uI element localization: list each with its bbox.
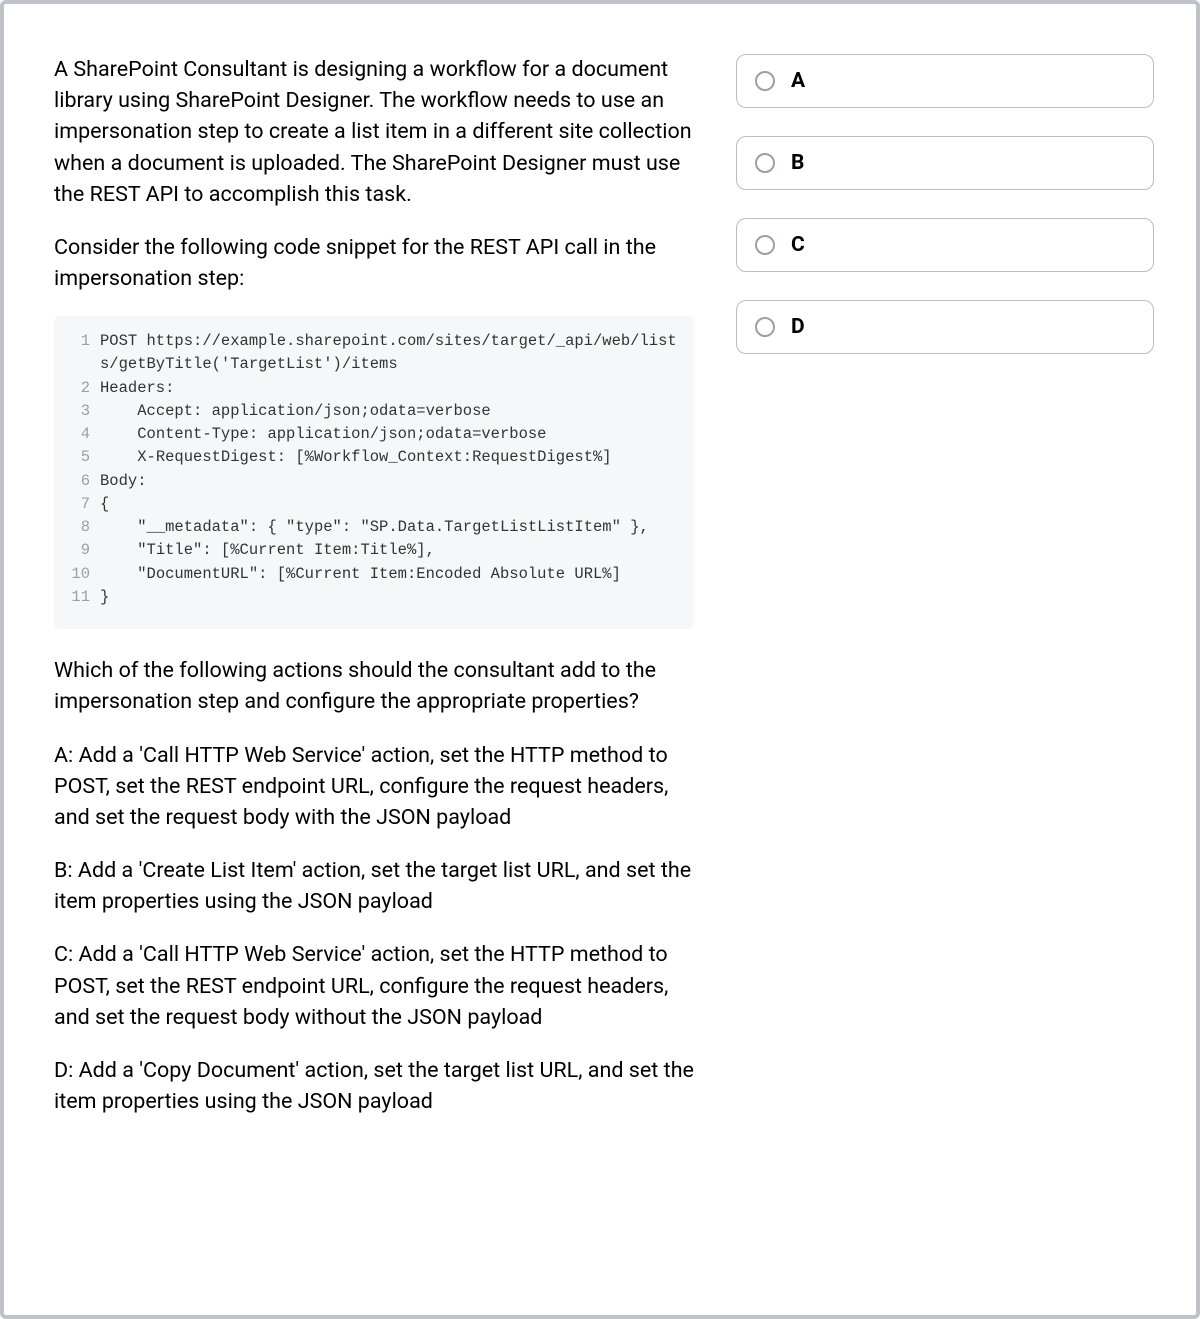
- line-number: 8: [70, 516, 100, 539]
- option-c-text: C: Add a 'Call HTTP Web Service' action,…: [54, 939, 694, 1033]
- question-intro-1: A SharePoint Consultant is designing a w…: [54, 54, 694, 210]
- code-line: X-RequestDigest: [%Workflow_Context:Requ…: [100, 446, 678, 469]
- question-card: A SharePoint Consultant is designing a w…: [0, 0, 1200, 1319]
- radio-unchecked-icon: [755, 153, 775, 173]
- code-line: POST https://example.sharepoint.com/site…: [100, 330, 678, 377]
- line-number: 10: [70, 563, 100, 586]
- code-line: {: [100, 493, 678, 516]
- line-number: 3: [70, 400, 100, 423]
- answers-column: A B C D: [736, 54, 1154, 1265]
- option-a-text: A: Add a 'Call HTTP Web Service' action,…: [54, 740, 694, 834]
- code-line: "DocumentURL": [%Current Item:Encoded Ab…: [100, 563, 678, 586]
- answer-label: C: [791, 233, 805, 257]
- question-intro-2: Consider the following code snippet for …: [54, 232, 694, 294]
- line-number: 4: [70, 423, 100, 446]
- answer-label: A: [791, 69, 805, 93]
- line-number: 5: [70, 446, 100, 469]
- code-snippet: 1POST https://example.sharepoint.com/sit…: [54, 316, 694, 629]
- line-number: 9: [70, 539, 100, 562]
- code-line: Headers:: [100, 377, 678, 400]
- code-line: "__metadata": { "type": "SP.Data.TargetL…: [100, 516, 678, 539]
- option-d-text: D: Add a 'Copy Document' action, set the…: [54, 1055, 694, 1117]
- answer-label: D: [791, 315, 805, 339]
- answer-option-b[interactable]: B: [736, 136, 1154, 190]
- code-line: Accept: application/json;odata=verbose: [100, 400, 678, 423]
- line-number: 1: [70, 330, 100, 377]
- radio-unchecked-icon: [755, 317, 775, 337]
- line-number: 6: [70, 470, 100, 493]
- answer-option-d[interactable]: D: [736, 300, 1154, 354]
- code-line: "Title": [%Current Item:Title%],: [100, 539, 678, 562]
- line-number: 2: [70, 377, 100, 400]
- line-number: 11: [70, 586, 100, 609]
- question-prompt: Which of the following actions should th…: [54, 655, 694, 717]
- answer-option-c[interactable]: C: [736, 218, 1154, 272]
- code-line: Content-Type: application/json;odata=ver…: [100, 423, 678, 446]
- radio-unchecked-icon: [755, 71, 775, 91]
- option-b-text: B: Add a 'Create List Item' action, set …: [54, 855, 694, 917]
- radio-unchecked-icon: [755, 235, 775, 255]
- line-number: 7: [70, 493, 100, 516]
- answer-option-a[interactable]: A: [736, 54, 1154, 108]
- code-line: }: [100, 586, 678, 609]
- question-column: A SharePoint Consultant is designing a w…: [54, 54, 694, 1265]
- answer-label: B: [791, 151, 804, 175]
- code-line: Body:: [100, 470, 678, 493]
